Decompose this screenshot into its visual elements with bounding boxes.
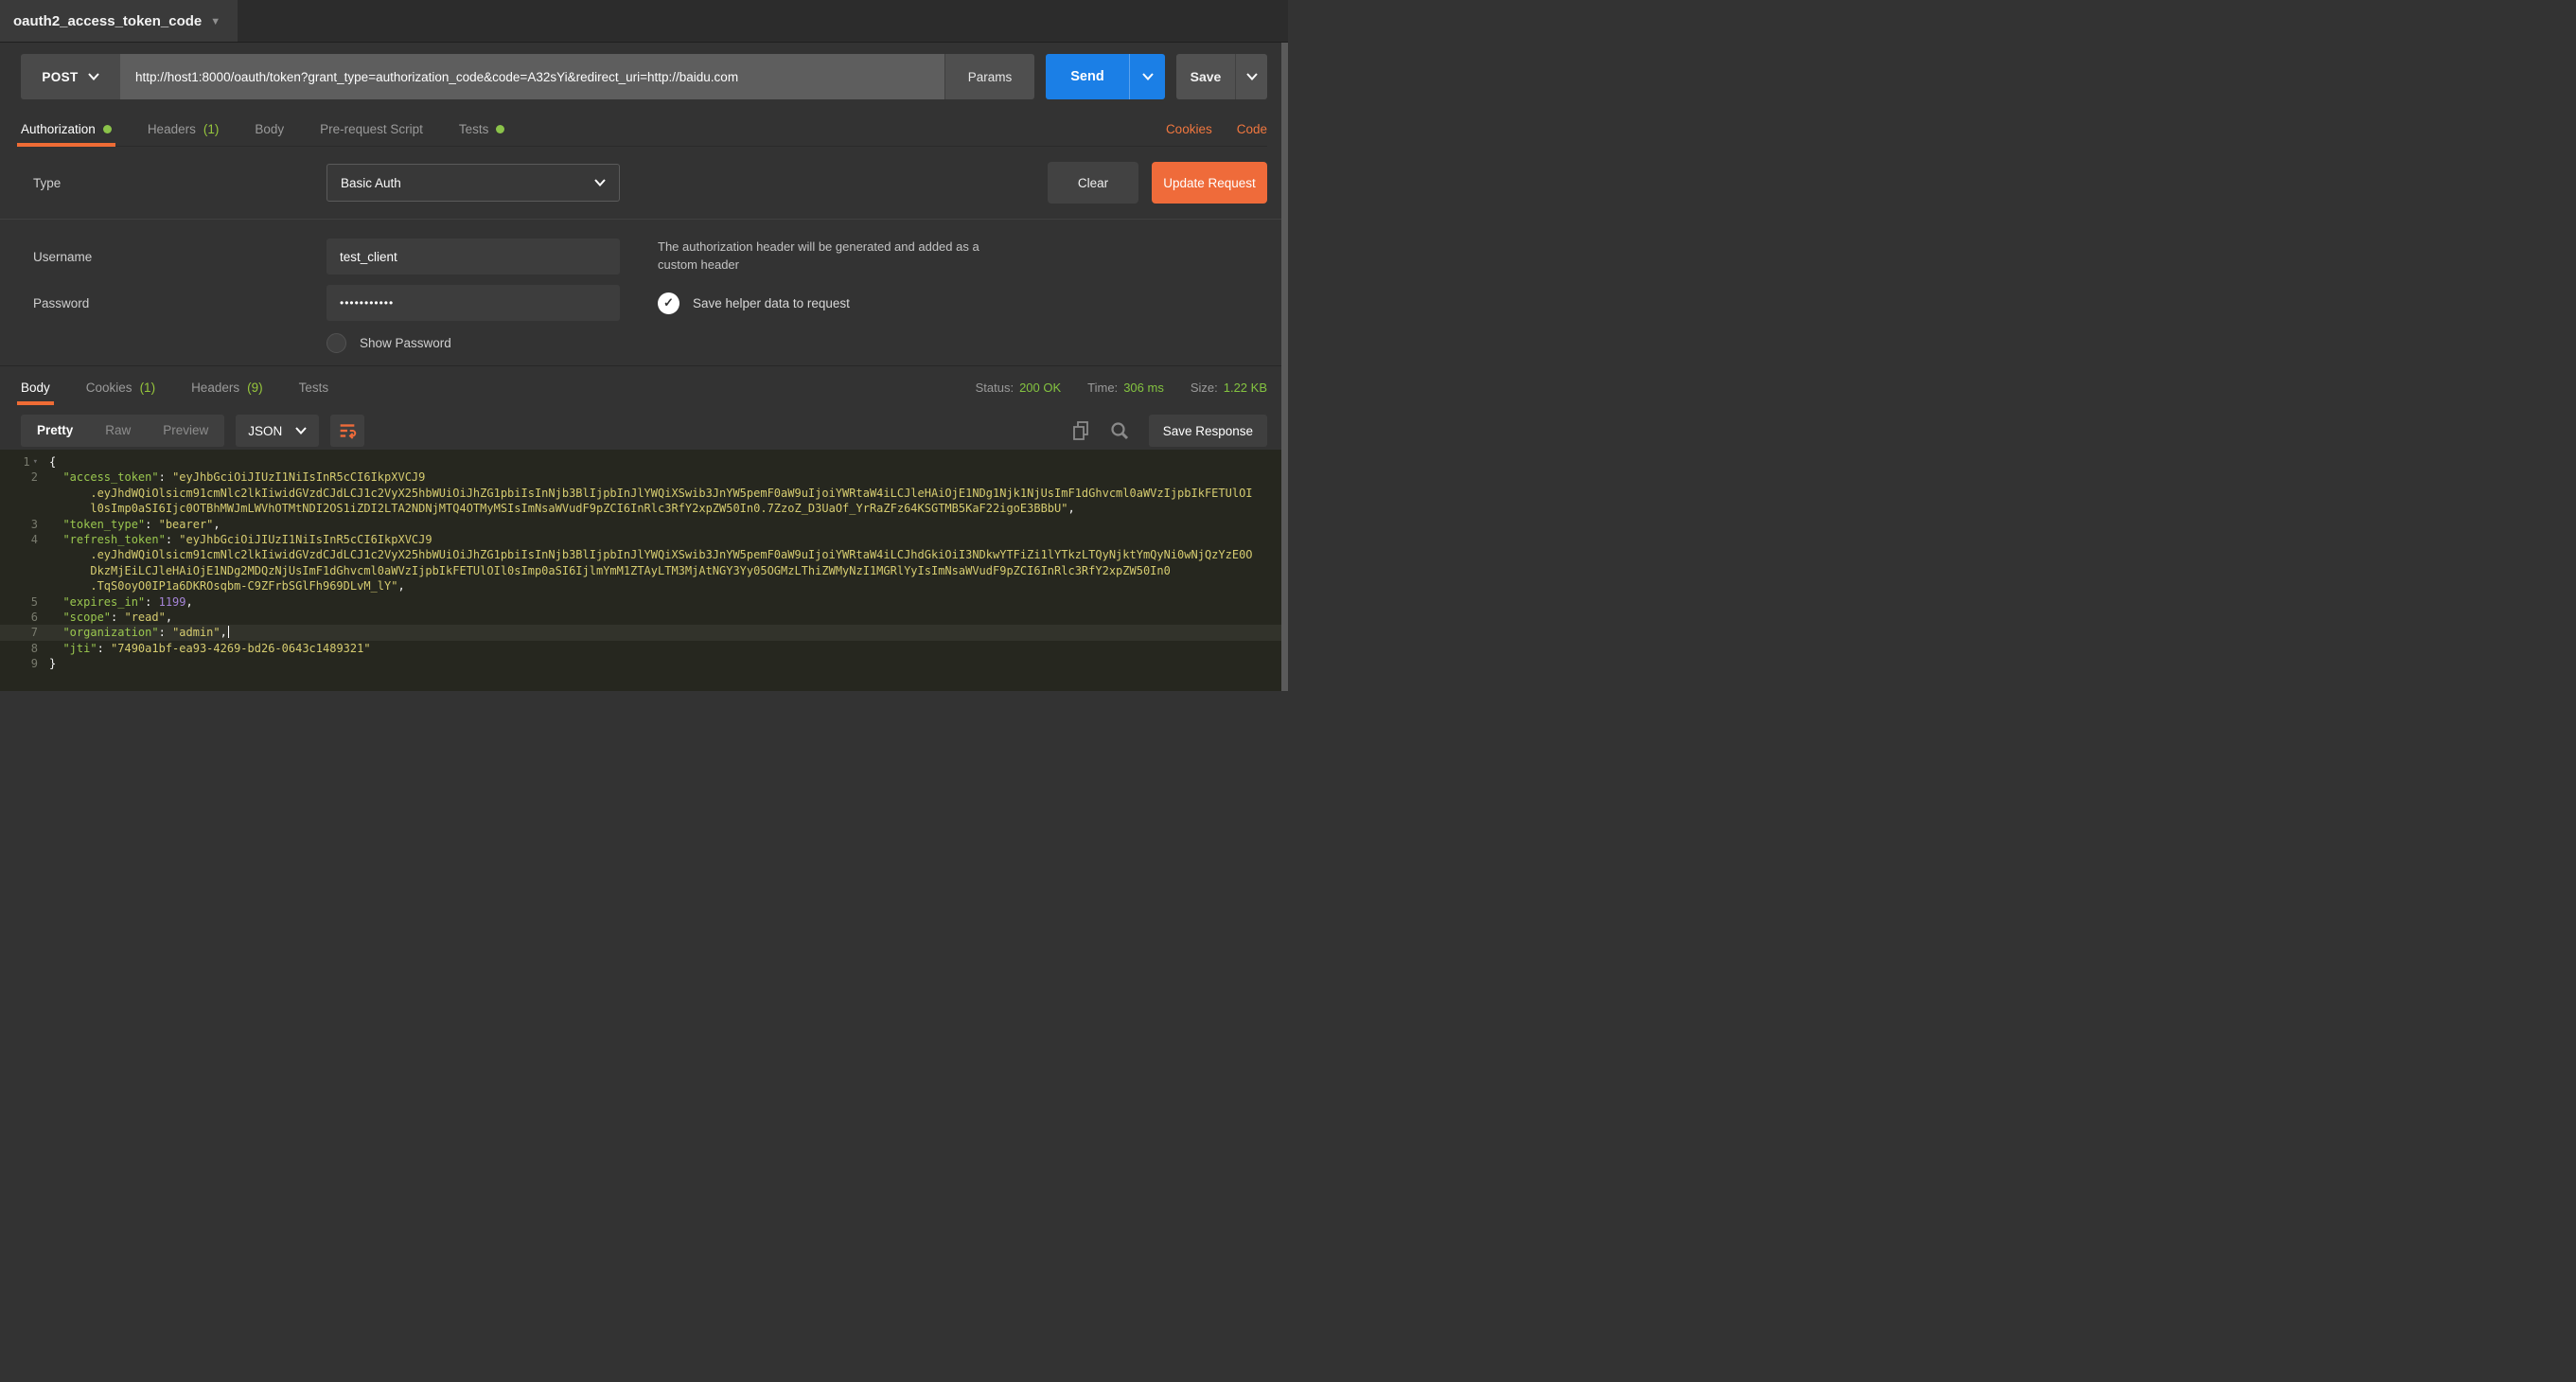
save-helper-checkbox[interactable]: ✓ (658, 292, 679, 314)
response-tab-body[interactable]: Body (21, 371, 50, 405)
url-row: POST http://host1:8000/oauth/token?grant… (21, 54, 1267, 99)
code-line: l0sImp0aSI6Ijc0OTBhMWJmLWVhOTMtNDI2OS1iZ… (0, 501, 1281, 516)
response-meta: Status:200 OK Time:306 ms Size:1.22 KB (976, 381, 1267, 395)
chevron-down-icon (295, 427, 307, 434)
copy-icon (1071, 420, 1090, 441)
save-response-button[interactable]: Save Response (1149, 415, 1267, 447)
code-line: 8 "jti": "7490a1bf-ea93-4269-bd26-0643c1… (0, 641, 1281, 656)
top-bar: oauth2_access_token_code ▼ (0, 0, 1288, 43)
tab-authorization[interactable]: Authorization (21, 113, 112, 147)
chevron-down-icon (1246, 73, 1258, 80)
time-badge: Time:306 ms (1087, 381, 1164, 395)
clear-button[interactable]: Clear (1048, 162, 1138, 204)
send-button-group: Send (1046, 54, 1165, 99)
save-helper-row: ✓ Save helper data to request (658, 292, 1267, 314)
cookies-link[interactable]: Cookies (1166, 122, 1212, 136)
code-line: 1▾{ (0, 454, 1281, 470)
wrap-lines-button[interactable] (330, 415, 364, 447)
code-line: 4 "refresh_token": "eyJhbGciOiJIUzI1NiIs… (0, 532, 1281, 547)
request-builder: POST http://host1:8000/oauth/token?grant… (0, 43, 1288, 147)
send-options-button[interactable] (1129, 54, 1165, 99)
view-raw[interactable]: Raw (89, 415, 147, 447)
size-badge: Size:1.22 KB (1191, 381, 1267, 395)
tab-body[interactable]: Body (255, 113, 284, 147)
response-toolbar: Pretty Raw Preview JSON Save Res (0, 409, 1288, 452)
request-tab[interactable]: oauth2_access_token_code ▼ (0, 0, 238, 42)
copy-button[interactable] (1071, 420, 1090, 441)
green-dot-icon (496, 125, 504, 133)
code-line: 3 "token_type": "bearer", (0, 517, 1281, 532)
auth-type-row: Type Basic Auth Clear Update Request (0, 147, 1288, 219)
status-badge: Status:200 OK (976, 381, 1062, 395)
language-select[interactable]: JSON (236, 415, 319, 447)
send-button[interactable]: Send (1046, 54, 1129, 99)
fold-caret-icon[interactable]: ▾ (33, 454, 38, 470)
save-helper-label: Save helper data to request (693, 296, 850, 310)
type-label: Type (33, 176, 326, 190)
code-line: 5 "expires_in": 1199, (0, 594, 1281, 610)
headers-count: (1) (203, 122, 220, 136)
show-password-toggle[interactable] (326, 333, 346, 353)
request-tabs: Authorization Headers (1) Body Pre-reque… (21, 113, 1267, 147)
save-button-group: Save (1176, 54, 1267, 99)
response-tab-cookies[interactable]: Cookies (1) (86, 371, 155, 405)
view-switcher: Pretty Raw Preview (21, 415, 224, 447)
auth-helper-text: The authorization header will be generat… (658, 239, 984, 275)
response-tab-tests[interactable]: Tests (299, 371, 329, 405)
chevron-down-icon (88, 73, 99, 80)
method-label: POST (42, 70, 78, 84)
text-cursor (228, 626, 230, 638)
response-tabs: Body Cookies (1) Headers (9) Tests Statu… (0, 365, 1288, 409)
request-links: Cookies Code (1166, 122, 1267, 136)
password-label: Password (33, 296, 326, 310)
username-label: Username (33, 250, 326, 264)
params-button[interactable]: Params (944, 54, 1034, 99)
chevron-down-icon[interactable]: ▼ (210, 14, 221, 27)
code-line: 6 "scope": "read", (0, 610, 1281, 625)
save-options-button[interactable] (1235, 54, 1267, 99)
code-line: 2 "access_token": "eyJhbGciOiJIUzI1NiIsI… (0, 470, 1281, 485)
show-password-row: Show Password (326, 333, 620, 353)
vertical-scrollbar[interactable] (1281, 43, 1288, 691)
code-link[interactable]: Code (1237, 122, 1267, 136)
search-button[interactable] (1109, 420, 1130, 441)
tab-tests[interactable]: Tests (459, 113, 505, 147)
search-icon (1109, 420, 1130, 441)
code-line: 7 "organization": "admin", (0, 625, 1281, 640)
code-line: 9} (0, 656, 1281, 671)
method-select[interactable]: POST (21, 54, 120, 99)
username-field[interactable]: test_client (326, 239, 620, 275)
request-tab-title: oauth2_access_token_code (13, 13, 202, 29)
response-body-editor: 1▾{2 "access_token": "eyJhbGciOiJIUzI1Ni… (0, 450, 1281, 691)
tab-pre-request-script[interactable]: Pre-request Script (320, 113, 423, 147)
update-request-button[interactable]: Update Request (1152, 162, 1267, 204)
code-line: .eyJhdWQiOlsicm91cmNlc2lkIiwidGVzdCJdLCJ… (0, 547, 1281, 562)
response-tab-headers[interactable]: Headers (9) (191, 371, 263, 405)
chevron-down-icon (1142, 73, 1154, 80)
url-input[interactable]: http://host1:8000/oauth/token?grant_type… (120, 54, 944, 99)
save-button[interactable]: Save (1176, 54, 1235, 99)
toolbar-right: Save Response (1071, 415, 1267, 447)
view-preview[interactable]: Preview (147, 415, 224, 447)
tab-headers[interactable]: Headers (1) (148, 113, 220, 147)
auth-type-select[interactable]: Basic Auth (326, 164, 620, 202)
password-field[interactable]: ••••••••••• (326, 285, 620, 321)
show-password-label: Show Password (360, 336, 451, 350)
code-line: DkzMjEiLCJleHAiOjE1NDg2MDQzNjUsImF1dGhvc… (0, 563, 1281, 578)
code-line: .eyJhdWQiOlsicm91cmNlc2lkIiwidGVzdCJdLCJ… (0, 486, 1281, 501)
auth-fields: Username test_client The authorization h… (0, 220, 1288, 365)
green-dot-icon (103, 125, 112, 133)
code-lines: 1▾{2 "access_token": "eyJhbGciOiJIUzI1Ni… (0, 454, 1281, 671)
auth-actions: Clear Update Request (1048, 162, 1267, 204)
chevron-down-icon (594, 179, 606, 186)
view-pretty[interactable]: Pretty (21, 415, 89, 447)
wrap-lines-icon (337, 420, 358, 441)
code-line: .TqS0oyO0IP1a6DKROsqbm-C9ZFrbSGlFh969DLv… (0, 578, 1281, 594)
